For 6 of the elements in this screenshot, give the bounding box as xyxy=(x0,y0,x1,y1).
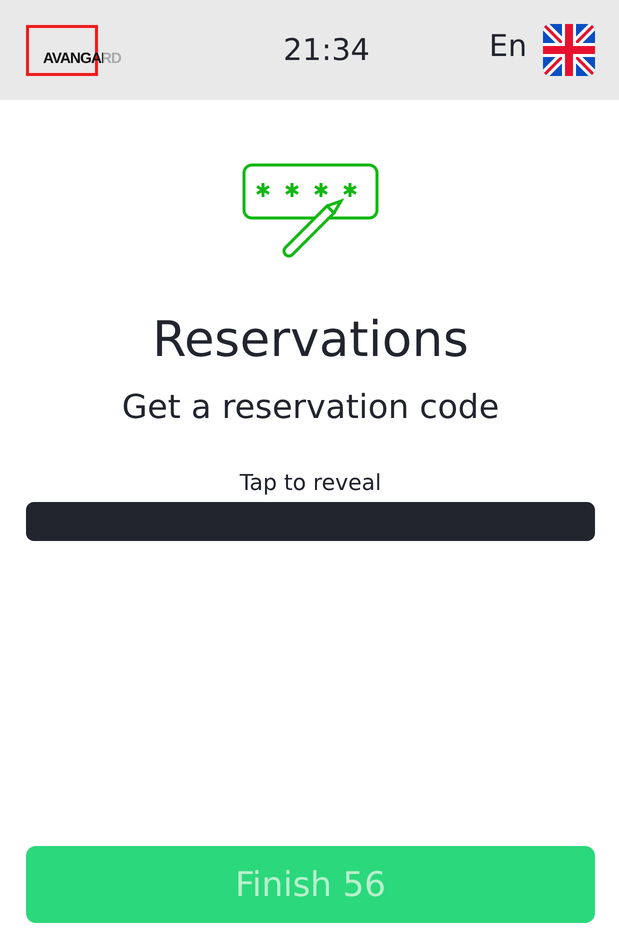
reveal-hint: Tap to reveal xyxy=(240,470,382,498)
clock-time: 21:34 xyxy=(283,32,370,68)
flag-icon[interactable] xyxy=(543,24,595,76)
page-title: Reservations xyxy=(152,310,469,370)
subtitle: Get a reservation code xyxy=(122,386,500,428)
language-label[interactable]: En xyxy=(489,28,527,64)
